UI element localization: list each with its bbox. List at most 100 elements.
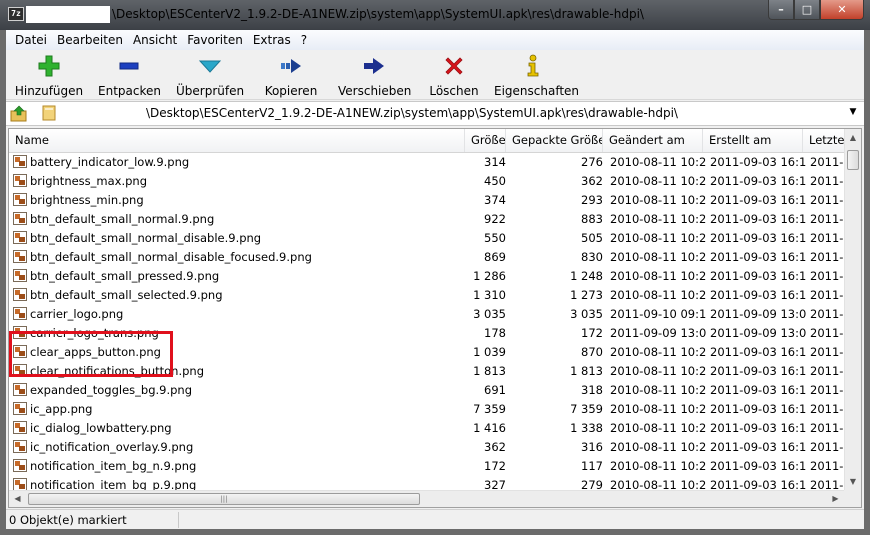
menu-help[interactable]: ? (296, 33, 312, 47)
column-packed-size[interactable]: Gepackte Größe (506, 129, 603, 152)
cell-modified: 2011-09-10 09:11 (610, 307, 706, 321)
file-name: btn_default_small_pressed.9.png (30, 269, 220, 283)
file-row[interactable]: btn_default_small_selected.9.png 1 310 1 2… (9, 286, 844, 305)
cell-modified: 2010-08-11 10:29 (610, 212, 706, 226)
cell-packed-size: 316 (581, 440, 603, 454)
minimize-button[interactable]: – (768, 0, 794, 20)
file-row[interactable]: ic_notification_overlay.9.png 362 316 2010-… (9, 438, 844, 457)
column-size[interactable]: Größe (465, 129, 506, 152)
highlight-box (9, 331, 173, 377)
vertical-scroll-thumb[interactable] (847, 150, 859, 170)
file-row[interactable]: ic_app.png 7 359 7 359 2010-08-11 10:29 2011… (9, 400, 844, 419)
file-row[interactable]: brightness_min.png 374 293 2010-08-11 10:29… (9, 191, 844, 210)
file-row[interactable]: ic_dialog_lowbattery.png 1 416 1 338 2010-0… (9, 419, 844, 438)
cell-size: 3 035 (473, 307, 506, 321)
column-name[interactable]: Name (9, 129, 465, 152)
scroll-left-icon[interactable]: ◀ (9, 491, 26, 507)
properties-button[interactable]: Eigenschaften (494, 52, 579, 98)
cell-modified: 2010-08-11 10:29 (610, 345, 706, 359)
address-combobox[interactable]: \Desktop\ESCenterV2_1.9.2-DE-A1NEW.zip\s… (34, 103, 860, 124)
maximize-button[interactable]: □ (794, 0, 820, 20)
menu-bar: Datei Bearbeiten Ansicht Favoriten Extra… (6, 30, 864, 50)
copy-button[interactable]: Kopieren (262, 52, 320, 98)
cell-size: 1 416 (473, 421, 506, 435)
move-button[interactable]: Verschieben (338, 52, 412, 98)
address-bar: \Desktop\ESCenterV2_1.9.2-DE-A1NEW.zip\s… (6, 101, 864, 126)
file-row[interactable]: carrier_logo.png 3 035 3 035 2011-09-10 09:… (9, 305, 844, 324)
close-button[interactable]: ✕ (820, 0, 864, 20)
menu-extras[interactable]: Extras (248, 33, 296, 47)
cell-packed-size: 7 359 (570, 402, 603, 416)
file-row[interactable]: btn_default_small_normal_disable.9.png 55… (9, 229, 844, 248)
column-modified[interactable]: Geändert am (603, 129, 703, 152)
test-button[interactable]: Überprüfen (176, 52, 244, 98)
cell-name: ic_app.png (13, 400, 443, 419)
cell-accessed: 2011-0 (810, 231, 844, 245)
cell-created: 2011-09-03 16:16 (710, 212, 806, 226)
menu-bearbeiten[interactable]: Bearbeiten (52, 33, 128, 47)
cell-modified: 2010-08-11 10:29 (610, 364, 706, 378)
scroll-right-icon[interactable]: ▶ (827, 491, 844, 507)
add-label: Hinzufügen (14, 84, 84, 98)
vertical-scrollbar[interactable]: ▲ ▼ (844, 129, 861, 490)
png-file-icon (13, 212, 27, 225)
delete-button[interactable]: Löschen (426, 52, 482, 98)
test-label: Überprüfen (176, 84, 245, 98)
extract-button[interactable]: Entpacken (98, 52, 161, 98)
cell-name: expanded_toggles_bg.9.png (13, 381, 443, 400)
png-file-icon (13, 478, 27, 490)
info-icon (494, 54, 572, 80)
cell-modified: 2010-08-11 10:29 (610, 421, 706, 435)
move-label: Verschieben (338, 84, 412, 98)
copy-arrow-icon (262, 54, 320, 80)
file-row[interactable]: btn_default_small_pressed.9.png 1 286 1 24… (9, 267, 844, 286)
column-created[interactable]: Erstellt am (703, 129, 803, 152)
redacted-title-segment (26, 6, 110, 23)
cell-created: 2011-09-03 16:16 (710, 459, 806, 473)
horizontal-scrollbar[interactable]: ◀ ||| ▶ (9, 490, 844, 507)
menu-favoriten[interactable]: Favoriten (182, 33, 248, 47)
cell-name: btn_default_small_selected.9.png (13, 286, 443, 305)
cell-created: 2011-09-03 16:16 (710, 193, 806, 207)
cell-modified: 2010-08-11 10:29 (610, 288, 706, 302)
file-name: brightness_max.png (30, 174, 148, 188)
cell-created: 2011-09-03 16:16 (710, 440, 806, 454)
menu-ansicht[interactable]: Ansicht (128, 33, 182, 47)
cell-accessed: 2011-0 (810, 440, 844, 454)
file-row[interactable]: notification_item_bg_n.9.png 172 117 2010-0… (9, 457, 844, 476)
png-file-icon (13, 402, 27, 415)
file-name: battery_indicator_low.9.png (30, 155, 190, 169)
png-file-icon (13, 459, 27, 472)
png-file-icon (13, 193, 27, 206)
file-row[interactable]: notification_item_bg_p.9.png 327 279 2010-0… (9, 476, 844, 490)
cell-packed-size: 279 (581, 478, 603, 490)
add-button[interactable]: Hinzufügen (14, 52, 84, 98)
menu-datei[interactable]: Datei (10, 33, 52, 47)
move-arrow-icon (338, 54, 410, 80)
file-name: notification_item_bg_n.9.png (30, 459, 197, 473)
cell-modified: 2010-08-11 10:29 (610, 231, 706, 245)
cell-name: brightness_max.png (13, 172, 443, 191)
up-folder-button[interactable] (10, 105, 28, 123)
file-row[interactable]: brightness_max.png 450 362 2010-08-11 10:29… (9, 172, 844, 191)
cell-packed-size: 1 273 (570, 288, 603, 302)
file-row[interactable]: btn_default_small_normal.9.png 922 883 2010… (9, 210, 844, 229)
scroll-up-icon[interactable]: ▲ (845, 129, 861, 146)
cell-packed-size: 1 248 (570, 269, 603, 283)
status-selection: 0 Objekt(e) markiert (9, 513, 127, 527)
cell-accessed: 2011-0 (810, 345, 844, 359)
file-row[interactable]: btn_default_small_normal_disable_focused… (9, 248, 844, 267)
title-bar[interactable]: 7z \Desktop\ESCenterV2_1.9.2-DE-A1NEW.zi… (0, 0, 870, 30)
horizontal-scroll-thumb[interactable]: ||| (28, 493, 420, 505)
cell-modified: 2010-08-11 10:29 (610, 402, 706, 416)
address-dropdown-icon[interactable]: ▼ (846, 107, 860, 117)
cell-modified: 2010-08-11 10:29 (610, 155, 706, 169)
scroll-down-icon[interactable]: ▼ (845, 473, 861, 490)
minus-icon (98, 54, 160, 80)
sevenzip-app-icon[interactable]: 7z (8, 7, 24, 21)
cell-accessed: 2011-0 (810, 288, 844, 302)
file-row[interactable]: expanded_toggles_bg.9.png 691 318 2010-08-1… (9, 381, 844, 400)
extract-label: Entpacken (98, 84, 161, 98)
file-row[interactable]: battery_indicator_low.9.png 314 276 2010-08… (9, 153, 844, 172)
scrollbar-corner (844, 490, 861, 507)
